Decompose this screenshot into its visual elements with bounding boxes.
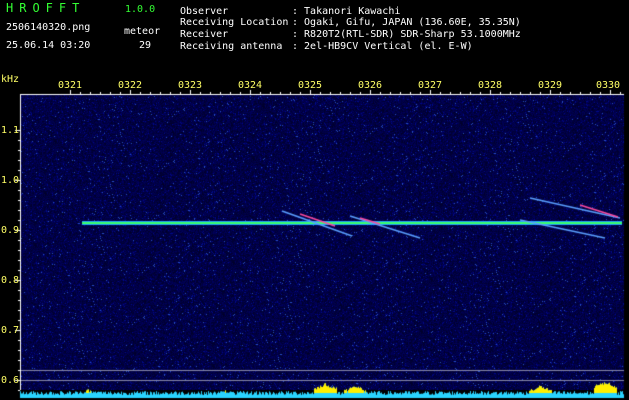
datetime: 25.06.14 03:20 — [6, 40, 91, 51]
x-tick-label: 0329 — [538, 80, 563, 91]
x-tick-label: 0325 — [298, 80, 323, 91]
x-tick-label: 0330 — [596, 80, 621, 91]
y-tick-label: 1.0 — [1, 175, 20, 186]
app-brand: HROFFT — [6, 1, 86, 15]
header-panel: HROFFT 1.0.0 2506140320.png meteor 25.06… — [0, 0, 629, 74]
x-tick-label: 0328 — [478, 80, 503, 91]
y-tick-label: 0.8 — [1, 275, 20, 286]
y-tick-label: 1.1 — [1, 125, 20, 136]
y-axis-unit: kHz — [1, 74, 20, 85]
y-tick-label: 0.6 — [1, 375, 20, 386]
meteor-count: 29 — [139, 40, 152, 51]
info-value-observer: : Takanori Kawachi — [292, 6, 401, 17]
info-key-observer: Observer — [180, 6, 229, 17]
info-key-location: Receiving Location — [180, 17, 289, 28]
y-tick-label: 0.9 — [1, 225, 20, 236]
x-tick-label: 0324 — [238, 80, 263, 91]
x-tick-label: 0327 — [418, 80, 443, 91]
filename: 2506140320.png — [6, 22, 91, 33]
meteor-label: meteor — [124, 26, 161, 37]
x-tick-label: 0326 — [358, 80, 383, 91]
info-key-receiver: Receiver — [180, 29, 229, 40]
app-version: 1.0.0 — [125, 4, 156, 15]
info-key-antenna: Receiving antenna — [180, 41, 283, 52]
info-value-receiver: : R820T2(RTL-SDR) SDR-Sharp 53.1000MHz — [292, 29, 521, 40]
y-tick-label: 0.7 — [1, 325, 20, 336]
info-value-antenna: : 2el-HB9CV Vertical (el. E-W) — [292, 41, 473, 52]
x-tick-label: 0322 — [118, 80, 143, 91]
info-value-location: : Ogaki, Gifu, JAPAN (136.60E, 35.35N) — [292, 17, 521, 28]
x-tick-label: 0323 — [178, 80, 203, 91]
x-tick-label: 0321 — [58, 80, 83, 91]
